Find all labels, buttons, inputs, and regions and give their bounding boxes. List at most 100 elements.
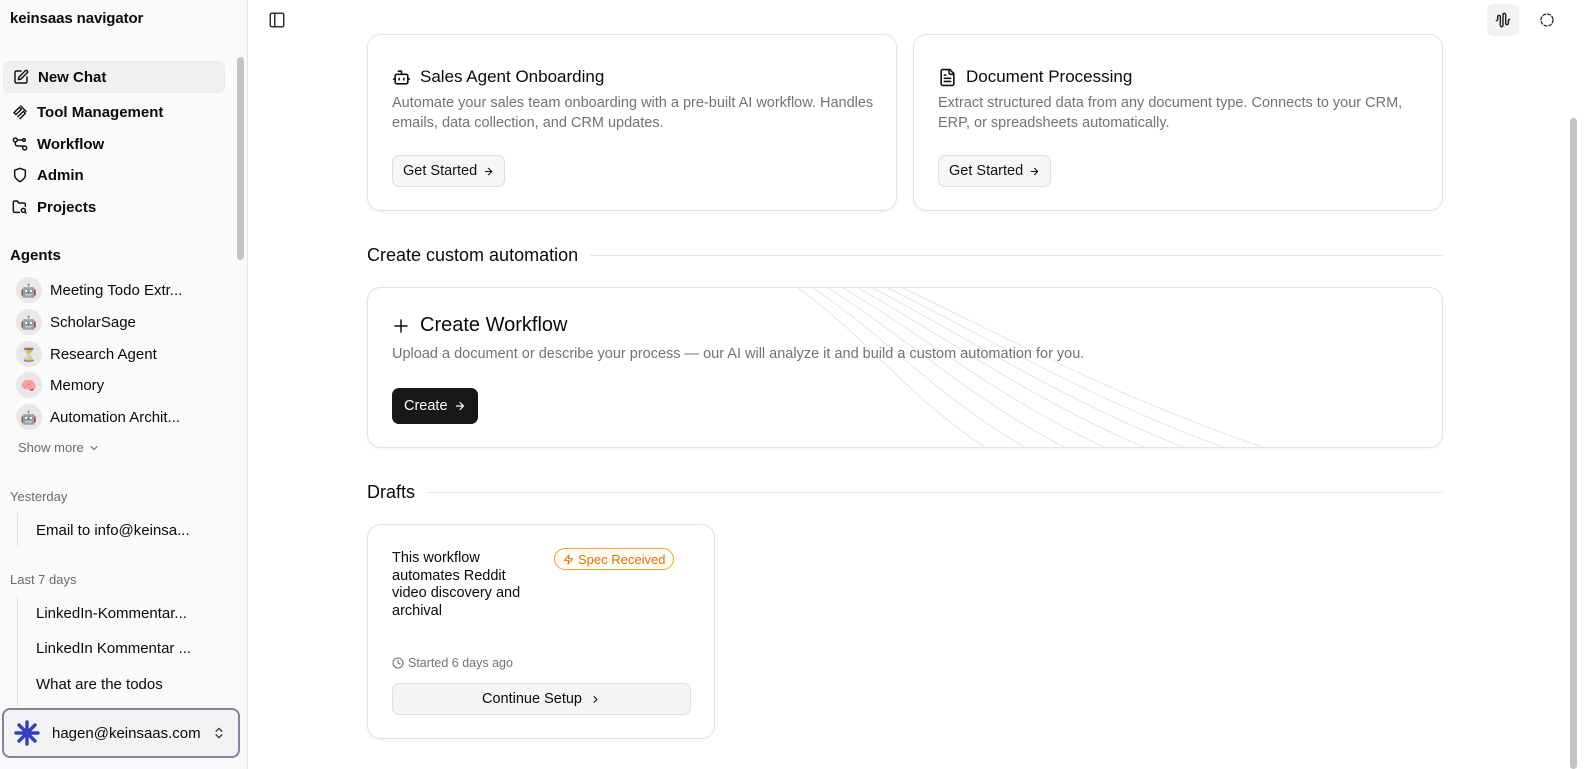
user-email: hagen@keinsaas.com — [52, 724, 201, 742]
arrow-right-icon — [454, 400, 466, 412]
sidebar-item-projects[interactable]: Projects — [3, 191, 225, 223]
sidebar-scrollbar-thumb[interactable] — [237, 57, 244, 260]
show-more-label: Show more — [18, 440, 84, 455]
history-item[interactable]: Email to info@keinsa... — [24, 515, 222, 545]
sidebar-item-tool-management[interactable]: Tool Management — [3, 96, 225, 128]
history-divider — [17, 596, 18, 706]
section-divider — [427, 492, 1443, 493]
history-item[interactable]: What are the todos — [24, 669, 222, 699]
agent-item[interactable]: ⏳ Research Agent — [14, 339, 226, 369]
agent-name: Memory — [50, 376, 105, 394]
toggle-sidebar-button[interactable] — [268, 11, 286, 29]
history-group-label: Yesterday — [10, 489, 68, 504]
status-badge: Spec Received — [554, 548, 675, 570]
section-divider — [590, 255, 1443, 256]
history-group-label: Last 7 days — [10, 572, 77, 587]
agent-name: Research Agent — [50, 345, 157, 363]
section-title: Create custom automation — [367, 245, 579, 265]
agent-item[interactable]: 🤖 Meeting Todo Extr... — [14, 275, 226, 305]
clock-icon — [392, 657, 404, 669]
create-workflow-description: Upload a document or describe your proce… — [392, 346, 1085, 362]
arrow-right-icon — [483, 166, 494, 177]
template-description: Extract structured data from any documen… — [938, 95, 1403, 131]
history-item[interactable]: LinkedIn Kommentar ... — [24, 633, 222, 663]
workflow-icon — [12, 136, 28, 152]
status-label: Spec Received — [578, 551, 666, 567]
chevrons-up-down-icon — [212, 725, 226, 741]
sidebar-item-admin[interactable]: Admin — [3, 159, 225, 191]
continue-setup-button[interactable]: Continue Setup — [392, 683, 691, 715]
template-card-header: Sales Agent Onboarding — [392, 67, 604, 87]
main-scrollbar[interactable] — [1568, 118, 1580, 769]
template-card-header: Document Processing — [938, 67, 1132, 87]
sidebar-item-label: Workflow — [37, 135, 105, 153]
sidebar-item-label: Tool Management — [37, 103, 164, 121]
hourglass-emoji-icon: ⏳ — [16, 341, 42, 367]
draft-title: This workflow automates Reddit video dis… — [392, 550, 521, 619]
button-label: Create — [404, 398, 448, 414]
history-divider — [17, 513, 18, 547]
app-title: keinsaas navigator — [10, 10, 144, 27]
audio-waveform-icon — [1495, 12, 1511, 28]
agents-heading: Agents — [10, 247, 61, 264]
drafts-heading: Drafts — [367, 482, 1443, 503]
brand-logo-icon — [14, 720, 40, 746]
pencil-square-icon — [13, 69, 29, 85]
brain-emoji-icon: 🧠 — [16, 372, 42, 398]
sidebar-scroll-area: keinsaas navigator New Chat Tool Managem… — [0, 0, 234, 769]
agent-item[interactable]: 🤖 ScholarSage — [14, 307, 226, 337]
chevron-down-icon — [88, 442, 100, 454]
button-label: Continue Setup — [482, 691, 582, 707]
tools-icon — [12, 104, 28, 120]
sidebar-item-new-chat[interactable]: New Chat — [3, 61, 225, 93]
create-workflow-header: Create Workflow — [392, 314, 567, 337]
agent-item[interactable]: 🧠 Memory — [14, 370, 226, 400]
shield-icon — [12, 167, 28, 183]
plus-icon — [392, 317, 410, 335]
robot-emoji-icon: 🤖 — [16, 309, 42, 335]
agent-name: ScholarSage — [50, 313, 136, 331]
robot-emoji-icon: 🤖 — [16, 404, 42, 430]
show-more-button[interactable]: Show more — [18, 440, 100, 455]
button-label: Get Started — [403, 163, 478, 179]
button-label: Get Started — [949, 163, 1024, 179]
panel-left-icon — [268, 11, 286, 29]
template-description: Automate your sales team onboarding with… — [392, 95, 874, 131]
main-scrollbar-thumb[interactable] — [1570, 118, 1577, 769]
get-started-button[interactable]: Get Started — [938, 155, 1052, 187]
arrow-right-icon — [1029, 166, 1040, 177]
sidebar: keinsaas navigator New Chat Tool Managem… — [0, 0, 248, 769]
sidebar-item-label: Projects — [37, 198, 97, 216]
template-card-document-processing: Document Processing Extract structured d… — [913, 34, 1443, 211]
file-text-icon — [938, 68, 957, 87]
folder-search-icon — [12, 199, 28, 215]
zap-icon — [563, 553, 574, 565]
create-workflow-title: Create Workflow — [420, 314, 568, 336]
decorative-wave-pattern — [797, 288, 1264, 447]
draft-started-time: Started 6 days ago — [392, 656, 513, 670]
section-title: Drafts — [367, 482, 416, 502]
history-item[interactable]: LinkedIn-Kommentar... — [24, 598, 222, 628]
draft-card: This workflow automates Reddit video dis… — [367, 524, 715, 739]
bot-icon — [392, 68, 411, 87]
agent-name: Automation Archit... — [50, 408, 181, 426]
get-started-button[interactable]: Get Started — [392, 155, 506, 187]
template-card-sales-onboarding: Sales Agent Onboarding Automate your sal… — [367, 34, 897, 211]
loader-dashed-icon — [1539, 12, 1555, 28]
started-label: Started 6 days ago — [408, 656, 513, 670]
voice-mode-button[interactable] — [1487, 4, 1519, 36]
user-menu-button[interactable]: hagen@keinsaas.com — [2, 708, 240, 758]
sidebar-item-workflow[interactable]: Workflow — [3, 128, 225, 160]
template-title: Sales Agent Onboarding — [420, 67, 605, 86]
create-workflow-card: Create Workflow Upload a document or des… — [367, 287, 1443, 448]
template-title: Document Processing — [966, 67, 1133, 86]
agent-name: Meeting Todo Extr... — [50, 281, 183, 299]
agent-item[interactable]: 🤖 Automation Archit... — [14, 402, 226, 432]
sidebar-item-label: Admin — [37, 166, 84, 184]
custom-automation-heading: Create custom automation — [367, 245, 1443, 266]
chevron-right-icon — [590, 694, 601, 705]
create-button[interactable]: Create — [392, 388, 478, 424]
sidebar-item-label: New Chat — [38, 68, 107, 86]
status-button[interactable] — [1531, 4, 1563, 36]
robot-emoji-icon: 🤖 — [16, 277, 42, 303]
